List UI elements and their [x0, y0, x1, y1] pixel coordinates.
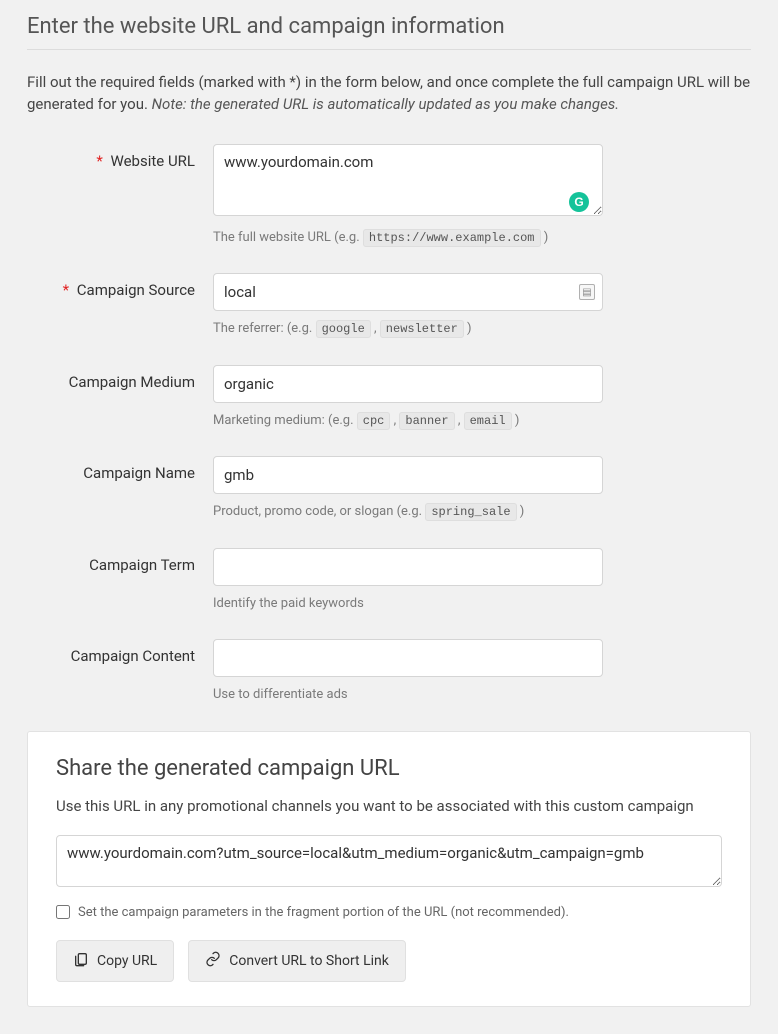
label-campaign-medium: Campaign Medium — [27, 365, 213, 391]
page-title: Enter the website URL and campaign infor… — [27, 14, 751, 50]
help-website-url: The full website URL (e.g. https://www.e… — [213, 228, 751, 248]
code-spring-sale: spring_sale — [425, 503, 516, 521]
website-url-input[interactable]: www.yourdomain.com — [213, 144, 603, 216]
grammarly-icon[interactable] — [569, 192, 589, 212]
label-campaign-content: Campaign Content — [27, 639, 213, 665]
required-asterisk: * — [63, 281, 69, 299]
help-campaign-content: Use to differentiate ads — [213, 685, 751, 705]
intro-text: Fill out the required fields (marked wit… — [27, 72, 751, 116]
row-campaign-term: Campaign Term Identify the paid keywords — [27, 548, 751, 614]
code-banner: banner — [399, 412, 454, 430]
copy-url-label: Copy URL — [97, 953, 157, 969]
label-text: Campaign Content — [71, 647, 195, 665]
generated-url-output[interactable]: www.yourdomain.com?utm_source=local&utm_… — [56, 835, 722, 887]
convert-shortlink-label: Convert URL to Short Link — [229, 953, 389, 969]
help-campaign-source: The referrer: (e.g. google , newsletter … — [213, 319, 751, 339]
label-campaign-name: Campaign Name — [27, 456, 213, 482]
fragment-checkbox-label: Set the campaign parameters in the fragm… — [78, 905, 569, 920]
convert-shortlink-button[interactable]: Convert URL to Short Link — [188, 940, 406, 982]
share-desc: Use this URL in any promotional channels… — [56, 797, 722, 815]
label-campaign-term: Campaign Term — [27, 548, 213, 574]
intro-note: Note: the generated URL is automatically… — [152, 95, 619, 113]
help-campaign-term: Identify the paid keywords — [213, 594, 751, 614]
label-website-url: * Website URL — [27, 144, 213, 170]
row-campaign-source: * Campaign Source ▤ The referrer: (e.g. … — [27, 273, 751, 339]
copy-url-button[interactable]: Copy URL — [56, 940, 174, 982]
code-cpc: cpc — [357, 412, 391, 430]
label-text: Website URL — [111, 152, 195, 170]
campaign-term-input[interactable] — [213, 548, 603, 586]
share-card: Share the generated campaign URL Use thi… — [27, 731, 751, 1007]
row-campaign-content: Campaign Content Use to differentiate ad… — [27, 639, 751, 705]
share-title: Share the generated campaign URL — [56, 756, 722, 781]
code-google: google — [316, 320, 371, 338]
campaign-name-input[interactable] — [213, 456, 603, 494]
label-text: Campaign Name — [83, 464, 195, 482]
link-icon — [205, 951, 221, 971]
label-text: Campaign Medium — [69, 373, 195, 391]
row-campaign-medium: Campaign Medium Marketing medium: (e.g. … — [27, 365, 751, 431]
autofill-icon[interactable]: ▤ — [579, 284, 595, 300]
row-campaign-name: Campaign Name Product, promo code, or sl… — [27, 456, 751, 522]
fragment-checkbox[interactable] — [56, 905, 70, 919]
campaign-medium-input[interactable] — [213, 365, 603, 403]
help-campaign-name: Product, promo code, or slogan (e.g. spr… — [213, 502, 751, 522]
fragment-checkbox-row[interactable]: Set the campaign parameters in the fragm… — [56, 905, 722, 920]
clipboard-icon — [73, 951, 89, 971]
label-text: Campaign Term — [89, 556, 195, 574]
required-asterisk: * — [96, 152, 102, 170]
row-website-url: * Website URL www.yourdomain.com The ful… — [27, 144, 751, 248]
campaign-source-input[interactable] — [213, 273, 603, 311]
campaign-content-input[interactable] — [213, 639, 603, 677]
code-example-url: https://www.example.com — [363, 229, 541, 247]
label-campaign-source: * Campaign Source — [27, 273, 213, 299]
label-text: Campaign Source — [77, 281, 195, 299]
help-campaign-medium: Marketing medium: (e.g. cpc , banner , e… — [213, 411, 751, 431]
code-newsletter: newsletter — [380, 320, 464, 338]
code-email: email — [464, 412, 512, 430]
